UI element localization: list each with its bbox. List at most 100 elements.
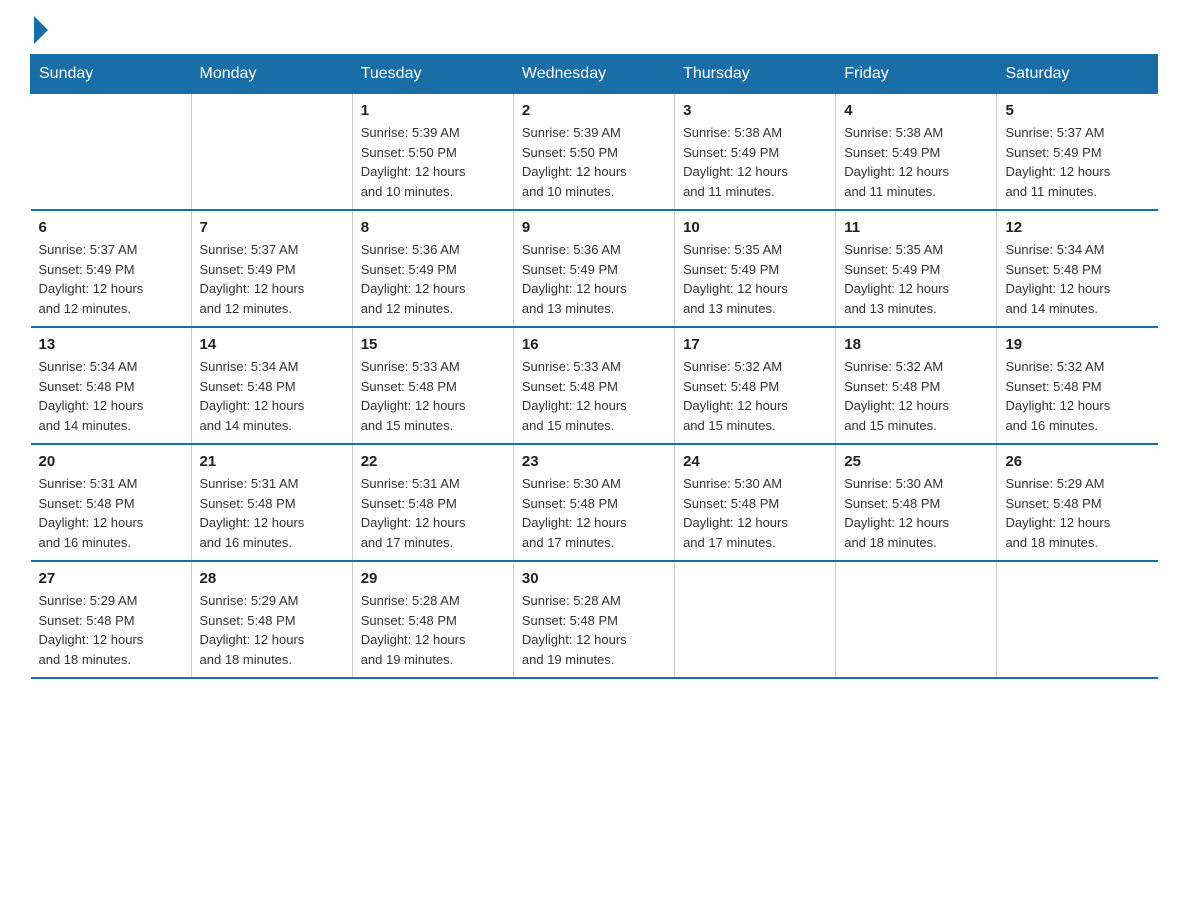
page-header	[30, 20, 1158, 44]
calendar-cell: 1Sunrise: 5:39 AMSunset: 5:50 PMDaylight…	[352, 94, 513, 211]
weekday-header-monday: Monday	[191, 55, 352, 94]
day-number: 17	[683, 336, 827, 353]
day-number: 26	[1005, 453, 1149, 470]
calendar-cell: 23Sunrise: 5:30 AMSunset: 5:48 PMDayligh…	[513, 444, 674, 561]
calendar-table: SundayMondayTuesdayWednesdayThursdayFrid…	[30, 54, 1158, 679]
day-number: 28	[200, 570, 344, 587]
day-number: 9	[522, 219, 666, 236]
day-info: Sunrise: 5:30 AMSunset: 5:48 PMDaylight:…	[522, 474, 666, 552]
calendar-cell: 14Sunrise: 5:34 AMSunset: 5:48 PMDayligh…	[191, 327, 352, 444]
day-number: 8	[361, 219, 505, 236]
day-number: 3	[683, 102, 827, 119]
calendar-cell: 27 Sunrise: 5:29 AMSunset: 5:48 PMDayligh…	[31, 561, 192, 678]
day-number: 15	[361, 336, 505, 353]
calendar-cell	[31, 94, 192, 211]
calendar-cell	[836, 561, 997, 678]
calendar-cell: 29Sunrise: 5:28 AMSunset: 5:48 PMDayligh…	[352, 561, 513, 678]
day-number: 16	[522, 336, 666, 353]
calendar-cell: 30Sunrise: 5:28 AMSunset: 5:48 PMDayligh…	[513, 561, 674, 678]
day-number: 13	[39, 336, 183, 353]
calendar-header-row: SundayMondayTuesdayWednesdayThursdayFrid…	[31, 55, 1158, 94]
calendar-cell: 15 Sunrise: 5:33 AMSunset: 5:48 PMDayligh…	[352, 327, 513, 444]
calendar-cell: 10 Sunrise: 5:35 AMSunset: 5:49 PMDayligh…	[675, 210, 836, 327]
day-number: 10	[683, 219, 827, 236]
calendar-week-row: 6 Sunrise: 5:37 AMSunset: 5:49 PMDaylight…	[31, 210, 1158, 327]
day-info: Sunrise: 5:36 AMSunset: 5:49 PMDaylight:…	[522, 240, 666, 318]
calendar-cell: 8 Sunrise: 5:36 AMSunset: 5:49 PMDaylight…	[352, 210, 513, 327]
calendar-cell: 17 Sunrise: 5:32 AMSunset: 5:48 PMDayligh…	[675, 327, 836, 444]
day-info: Sunrise: 5:30 AMSunset: 5:48 PMDaylight:…	[683, 474, 827, 552]
day-info: Sunrise: 5:29 AMSunset: 5:48 PMDaylight:…	[39, 591, 183, 669]
day-info: Sunrise: 5:30 AMSunset: 5:48 PMDaylight:…	[844, 474, 988, 552]
day-info: Sunrise: 5:31 AMSunset: 5:48 PMDaylight:…	[361, 474, 505, 552]
day-info: Sunrise: 5:31 AMSunset: 5:48 PMDaylight:…	[200, 474, 344, 552]
day-info: Sunrise: 5:38 AMSunset: 5:49 PMDaylight:…	[844, 123, 988, 201]
calendar-cell: 7 Sunrise: 5:37 AMSunset: 5:49 PMDaylight…	[191, 210, 352, 327]
day-info: Sunrise: 5:28 AMSunset: 5:48 PMDaylight:…	[361, 591, 505, 669]
day-number: 18	[844, 336, 988, 353]
calendar-cell: 2 Sunrise: 5:39 AMSunset: 5:50 PMDaylight…	[513, 94, 674, 211]
calendar-cell: 19Sunrise: 5:32 AMSunset: 5:48 PMDayligh…	[997, 327, 1158, 444]
calendar-cell: 16 Sunrise: 5:33 AMSunset: 5:48 PMDayligh…	[513, 327, 674, 444]
calendar-cell	[191, 94, 352, 211]
calendar-cell: 20 Sunrise: 5:31 AMSunset: 5:48 PMDayligh…	[31, 444, 192, 561]
logo	[30, 20, 52, 44]
calendar-week-row: 1Sunrise: 5:39 AMSunset: 5:50 PMDaylight…	[31, 94, 1158, 211]
day-info: Sunrise: 5:38 AMSunset: 5:49 PMDaylight:…	[683, 123, 827, 201]
calendar-week-row: 20 Sunrise: 5:31 AMSunset: 5:48 PMDayligh…	[31, 444, 1158, 561]
day-number: 2	[522, 102, 666, 119]
calendar-cell: 26 Sunrise: 5:29 AMSunset: 5:48 PMDayligh…	[997, 444, 1158, 561]
day-number: 12	[1005, 219, 1149, 236]
calendar-cell: 9 Sunrise: 5:36 AMSunset: 5:49 PMDaylight…	[513, 210, 674, 327]
day-number: 20	[39, 453, 183, 470]
calendar-cell: 11 Sunrise: 5:35 AMSunset: 5:49 PMDayligh…	[836, 210, 997, 327]
day-number: 24	[683, 453, 827, 470]
day-number: 7	[200, 219, 344, 236]
day-info: Sunrise: 5:35 AMSunset: 5:49 PMDaylight:…	[844, 240, 988, 318]
day-info: Sunrise: 5:29 AMSunset: 5:48 PMDaylight:…	[1005, 474, 1149, 552]
day-info: Sunrise: 5:35 AMSunset: 5:49 PMDaylight:…	[683, 240, 827, 318]
day-info: Sunrise: 5:34 AMSunset: 5:48 PMDaylight:…	[1005, 240, 1149, 318]
weekday-header-saturday: Saturday	[997, 55, 1158, 94]
calendar-cell: 6 Sunrise: 5:37 AMSunset: 5:49 PMDaylight…	[31, 210, 192, 327]
day-info: Sunrise: 5:34 AMSunset: 5:48 PMDaylight:…	[39, 357, 183, 435]
calendar-cell	[997, 561, 1158, 678]
calendar-cell	[675, 561, 836, 678]
calendar-cell: 28 Sunrise: 5:29 AMSunset: 5:48 PMDayligh…	[191, 561, 352, 678]
day-info: Sunrise: 5:34 AMSunset: 5:48 PMDaylight:…	[200, 357, 344, 435]
day-number: 5	[1005, 102, 1149, 119]
weekday-header-sunday: Sunday	[31, 55, 192, 94]
weekday-header-friday: Friday	[836, 55, 997, 94]
day-number: 22	[361, 453, 505, 470]
calendar-cell: 3 Sunrise: 5:38 AMSunset: 5:49 PMDaylight…	[675, 94, 836, 211]
day-info: Sunrise: 5:32 AMSunset: 5:48 PMDaylight:…	[683, 357, 827, 435]
day-number: 25	[844, 453, 988, 470]
calendar-cell: 12 Sunrise: 5:34 AMSunset: 5:48 PMDayligh…	[997, 210, 1158, 327]
calendar-cell: 22 Sunrise: 5:31 AMSunset: 5:48 PMDayligh…	[352, 444, 513, 561]
day-info: Sunrise: 5:39 AMSunset: 5:50 PMDaylight:…	[361, 123, 505, 201]
day-info: Sunrise: 5:39 AMSunset: 5:50 PMDaylight:…	[522, 123, 666, 201]
calendar-cell: 5 Sunrise: 5:37 AMSunset: 5:49 PMDaylight…	[997, 94, 1158, 211]
day-info: Sunrise: 5:37 AMSunset: 5:49 PMDaylight:…	[39, 240, 183, 318]
day-info: Sunrise: 5:28 AMSunset: 5:48 PMDaylight:…	[522, 591, 666, 669]
day-info: Sunrise: 5:37 AMSunset: 5:49 PMDaylight:…	[200, 240, 344, 318]
day-info: Sunrise: 5:32 AMSunset: 5:48 PMDaylight:…	[844, 357, 988, 435]
calendar-cell: 18 Sunrise: 5:32 AMSunset: 5:48 PMDayligh…	[836, 327, 997, 444]
calendar-cell: 25 Sunrise: 5:30 AMSunset: 5:48 PMDayligh…	[836, 444, 997, 561]
day-info: Sunrise: 5:37 AMSunset: 5:49 PMDaylight:…	[1005, 123, 1149, 201]
calendar-cell: 4Sunrise: 5:38 AMSunset: 5:49 PMDaylight…	[836, 94, 997, 211]
day-number: 11	[844, 219, 988, 236]
day-info: Sunrise: 5:33 AMSunset: 5:48 PMDaylight:…	[522, 357, 666, 435]
calendar-week-row: 13 Sunrise: 5:34 AMSunset: 5:48 PMDayligh…	[31, 327, 1158, 444]
day-info: Sunrise: 5:36 AMSunset: 5:49 PMDaylight:…	[361, 240, 505, 318]
day-info: Sunrise: 5:32 AMSunset: 5:48 PMDaylight:…	[1005, 357, 1149, 435]
calendar-cell: 24 Sunrise: 5:30 AMSunset: 5:48 PMDayligh…	[675, 444, 836, 561]
day-number: 27	[39, 570, 183, 587]
day-info: Sunrise: 5:31 AMSunset: 5:48 PMDaylight:…	[39, 474, 183, 552]
calendar-cell: 13 Sunrise: 5:34 AMSunset: 5:48 PMDayligh…	[31, 327, 192, 444]
day-info: Sunrise: 5:29 AMSunset: 5:48 PMDaylight:…	[200, 591, 344, 669]
day-number: 6	[39, 219, 183, 236]
day-info: Sunrise: 5:33 AMSunset: 5:48 PMDaylight:…	[361, 357, 505, 435]
weekday-header-thursday: Thursday	[675, 55, 836, 94]
day-number: 21	[200, 453, 344, 470]
